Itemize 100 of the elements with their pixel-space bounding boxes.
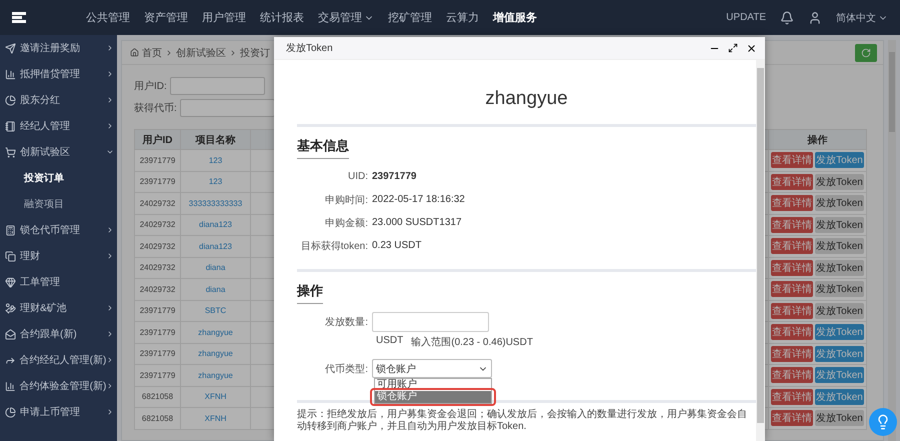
table-cell: 23971779 — [134, 150, 180, 171]
field-value: 23971779 — [372, 171, 416, 182]
sidebar-item[interactable]: 邀请注册奖励 — [0, 35, 117, 61]
view-details-button[interactable]: 查看详情 — [771, 281, 814, 298]
view-details-button[interactable]: 查看详情 — [771, 346, 814, 362]
filter-input[interactable] — [170, 77, 265, 95]
sidebar-label: 合约跟单(新) — [20, 328, 78, 341]
project-link[interactable]: 123 — [208, 177, 222, 186]
view-details-button[interactable]: 查看详情 — [771, 174, 814, 190]
chevron-right-icon — [106, 96, 114, 104]
sidebar-item[interactable]: 抵押借贷管理 — [0, 61, 117, 87]
nav-menu-item[interactable]: 交易管理 — [318, 10, 374, 25]
filter-input[interactable] — [180, 99, 275, 117]
refresh-button[interactable] — [855, 44, 877, 62]
nav-menu-item[interactable]: 资产管理 — [144, 10, 188, 25]
nav-menu-item[interactable]: 挖矿管理 — [388, 10, 432, 25]
scrollbar[interactable] — [756, 60, 765, 441]
chevron-right-icon — [229, 48, 237, 56]
refresh-icon — [861, 48, 871, 58]
view-details-button[interactable]: 查看详情 — [771, 302, 814, 319]
pie-chart-icon — [5, 94, 16, 106]
sidebar-item[interactable]: 合约跟单(新) — [0, 321, 117, 347]
sidebar-item[interactable]: 经纪人管理 — [0, 113, 117, 139]
view-details-button[interactable]: 查看详情 — [771, 388, 814, 405]
field-label: UID: — [347, 171, 369, 182]
table-cell: 24029732 — [134, 278, 180, 300]
chevron-right-icon — [106, 252, 114, 260]
sidebar-label: 邀请注册奖励 — [20, 42, 81, 55]
notebook-icon — [5, 120, 16, 132]
project-link[interactable]: SBTC — [204, 306, 226, 316]
gem-icon — [5, 276, 16, 288]
view-details-button[interactable]: 查看详情 — [771, 152, 814, 168]
nav-menu-item[interactable]: 用户管理 — [202, 10, 246, 25]
view-details-button[interactable]: 查看详情 — [771, 216, 814, 233]
project-link[interactable]: XFNH — [204, 392, 226, 402]
range-hint: 输入范围(0.23 - 0.46)USDT — [411, 336, 533, 349]
sidebar-item[interactable]: 工单管理 — [0, 269, 117, 295]
sidebar-subitem[interactable]: 融资项目 — [0, 191, 117, 217]
view-details-button[interactable]: 查看详情 — [771, 324, 814, 340]
table-cell: 24029732 — [134, 192, 180, 214]
sidebar-label: 创新试验区 — [20, 146, 71, 159]
chevron-right-icon — [106, 356, 114, 364]
sidebar-subitem[interactable]: 投资订单 — [0, 165, 117, 191]
unit-text: USDT — [376, 335, 404, 348]
token-type-select[interactable]: 锁仓账户 — [372, 359, 492, 378]
filter-label: 获得代币: — [134, 102, 177, 115]
sidebar-item[interactable]: 创新试验区 — [0, 139, 117, 165]
sidebar-item[interactable]: 理财 — [0, 243, 117, 269]
sidebar-item[interactable]: 申请上币管理 — [0, 399, 117, 425]
maximize-icon[interactable] — [728, 43, 738, 53]
table-cell: 24029732 — [134, 257, 180, 278]
sidebar-item[interactable]: 合约体验金管理(新) — [0, 373, 117, 399]
breadcrumb-item[interactable]: 投资订 — [240, 46, 270, 60]
table-cell: 24029732 — [134, 236, 180, 257]
project-link[interactable]: XFNH — [204, 414, 226, 423]
language-menu[interactable]: 简体中文 — [836, 10, 888, 24]
view-details-button[interactable]: 查看详情 — [771, 238, 814, 254]
sidebar-item[interactable]: 合约经纪人管理(新) — [0, 347, 117, 373]
nav-menu-item[interactable]: 云算力 — [446, 10, 479, 25]
sidebar-label: 合约经纪人管理(新) — [20, 354, 106, 367]
table-cell: 24029732 — [134, 214, 180, 236]
sidebar-item[interactable]: 锁仓代币管理 — [0, 217, 117, 243]
paper-plane-icon — [5, 42, 16, 54]
mail-icon — [5, 328, 16, 340]
sidebar-item[interactable]: 理财&矿池 — [0, 295, 117, 321]
field-label: 目标获得token: — [300, 240, 369, 252]
project-link[interactable]: diana — [206, 263, 226, 272]
amount-input[interactable] — [372, 312, 489, 332]
column-header: 操作 — [768, 130, 866, 150]
scrollbar[interactable] — [888, 40, 896, 441]
breadcrumb-item[interactable]: 首页 — [142, 46, 162, 60]
view-details-button[interactable]: 查看详情 — [771, 195, 814, 212]
project-link[interactable]: diana — [206, 284, 226, 294]
view-details-button[interactable]: 查看详情 — [771, 367, 814, 384]
field-value: 0.23 USDT — [372, 240, 422, 251]
nav-menu-item[interactable]: 公共管理 — [86, 10, 130, 25]
chevron-right-icon — [106, 70, 114, 78]
table-cell: 23971779 — [134, 171, 180, 192]
nav-menu-item[interactable]: 统计报表 — [260, 10, 304, 25]
chevron-right-icon — [106, 304, 114, 312]
breadcrumb-item[interactable]: 创新试验区 — [176, 46, 226, 60]
section-heading: 基本信息 — [297, 137, 349, 159]
chevron-right-icon — [106, 122, 114, 130]
sidebar-label: 申请上币管理 — [20, 406, 81, 419]
bar-chart-icon — [5, 380, 16, 392]
nav-menu-item[interactable]: 增值服务 — [493, 10, 537, 25]
user-name: zhangyue — [484, 87, 569, 111]
project-link[interactable]: 123 — [208, 156, 222, 165]
dropdown-option[interactable]: 锁仓账户 — [375, 391, 491, 403]
sidebar-item[interactable]: 股东分红 — [0, 87, 117, 113]
user-icon[interactable] — [808, 10, 822, 24]
chevron-down-icon — [106, 148, 114, 156]
view-details-button[interactable]: 查看详情 — [771, 410, 814, 426]
bell-icon[interactable] — [780, 10, 794, 24]
update-link[interactable]: UPDATE — [726, 12, 766, 23]
sidebar-label: 工单管理 — [20, 276, 61, 289]
close-icon[interactable] — [746, 42, 757, 54]
chevron-right-icon — [106, 44, 114, 52]
field-label: 申购金额: — [324, 216, 369, 230]
view-details-button[interactable]: 查看详情 — [771, 260, 814, 276]
